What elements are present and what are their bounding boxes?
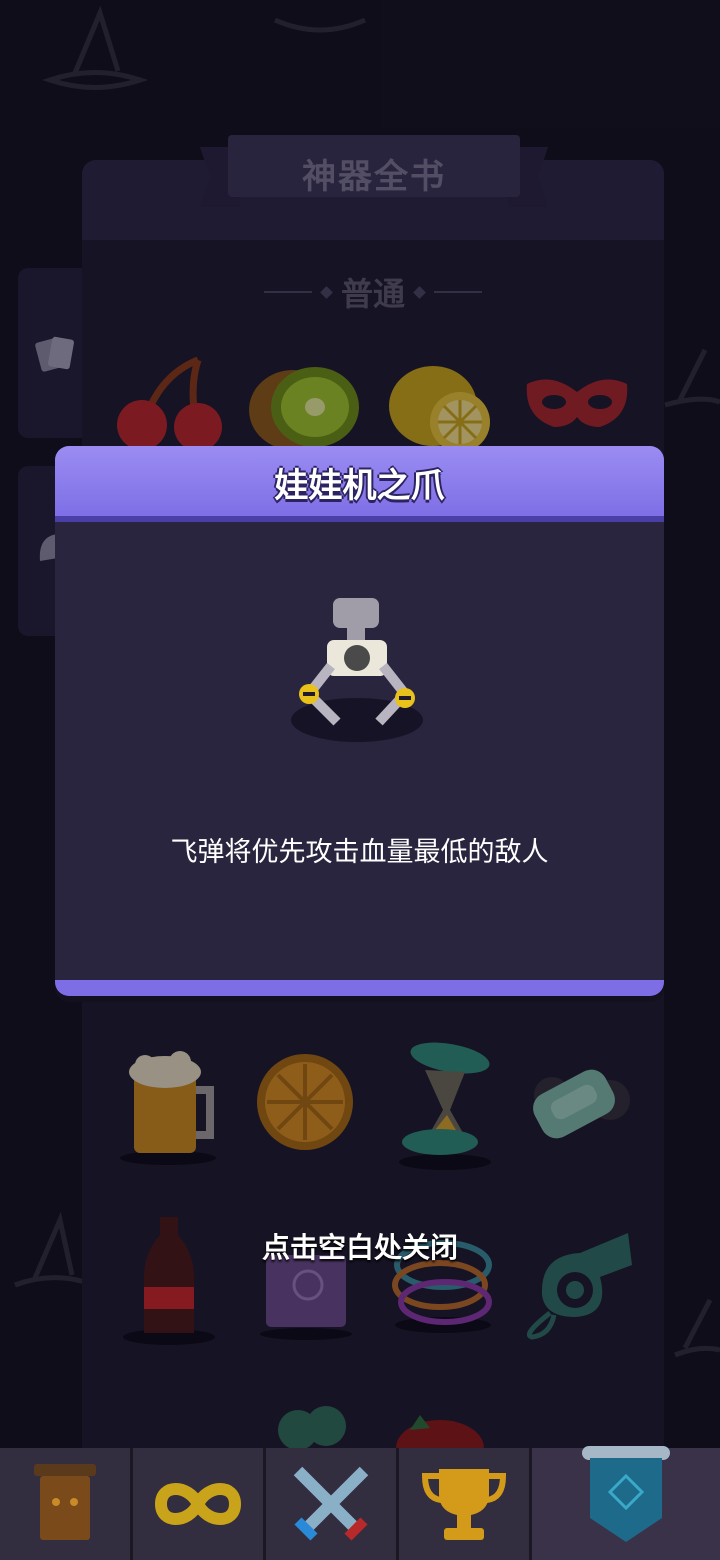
infinity-icon [154,1483,241,1525]
crossed-swords-icon [293,1466,369,1541]
close-hint: 点击空白处关闭 [261,1231,458,1264]
bottom-nav [0,1446,720,1560]
cabinet-icon [33,1464,96,1540]
modal-footer-bar [55,980,664,996]
banner-icon [581,1446,670,1542]
nav-trophy[interactable] [398,1448,532,1560]
modal-title: 娃娃机之爪 [274,466,445,506]
trophy-icon [421,1469,506,1540]
nav-endless[interactable] [132,1448,266,1560]
nav-shop[interactable] [0,1448,133,1560]
claw-machine-icon [291,598,423,742]
nav-battle[interactable] [265,1448,399,1560]
modal-description: 飞弹将优先攻击血量最低的敌人 [170,837,549,868]
nav-collection[interactable] [531,1446,720,1560]
modal-header: 娃娃机之爪 [55,446,664,522]
artifact-detail-modal: 娃娃机之爪 飞弹将优先攻击血量最低的敌人 [55,446,664,996]
